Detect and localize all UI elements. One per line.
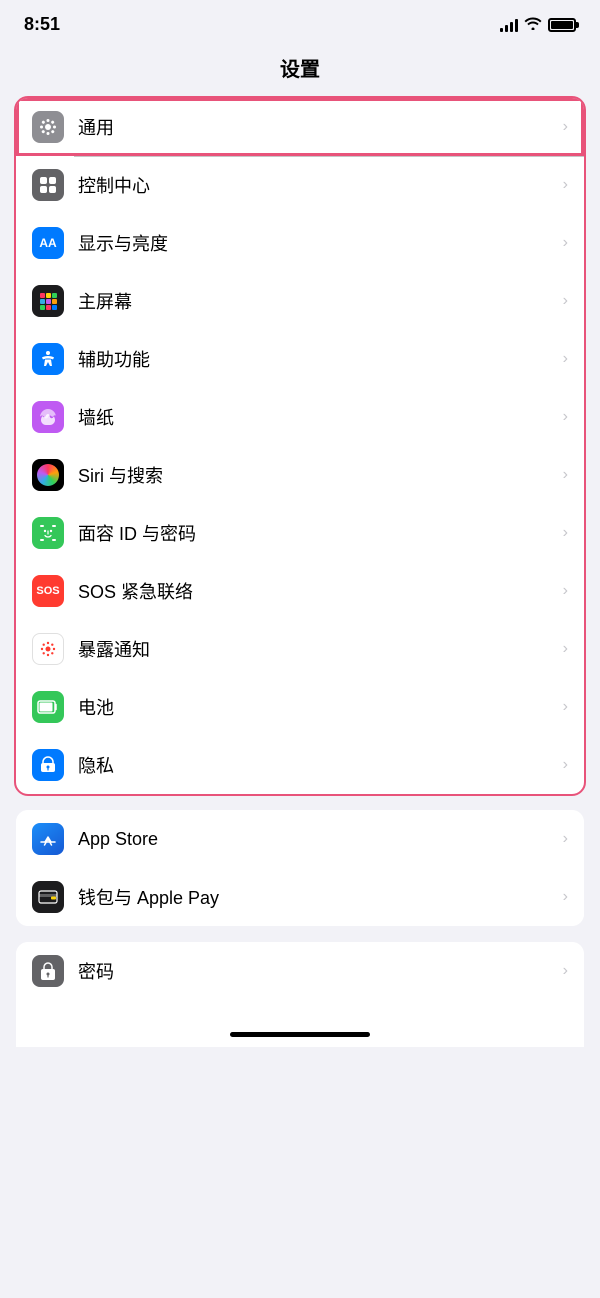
settings-item-passwords[interactable]: 密码 › — [16, 942, 584, 1000]
settings-item-accessibility[interactable]: 辅助功能 › — [16, 330, 584, 388]
battery-icon — [548, 18, 576, 32]
settings-group-password: 密码 › — [16, 942, 584, 1000]
settings-item-privacy[interactable]: 隐私 › — [16, 736, 584, 794]
home-screen-chevron: › — [563, 292, 568, 310]
home-indicator-area — [16, 1000, 584, 1047]
settings-item-battery[interactable]: 电池 › — [16, 678, 584, 736]
general-label: 通用 — [78, 114, 563, 140]
page-title: 设置 — [0, 43, 600, 98]
control-center-icon — [32, 169, 64, 201]
battery-settings-icon — [32, 691, 64, 723]
face-id-icon — [32, 517, 64, 549]
face-id-label: 面容 ID 与密码 — [78, 520, 563, 546]
settings-group-main: 通用 › 控制中心 › AA 显示与亮度 › — [16, 98, 584, 794]
exposure-icon — [32, 633, 64, 665]
privacy-icon — [32, 749, 64, 781]
home-screen-label: 主屏幕 — [78, 288, 563, 314]
siri-label: Siri 与搜索 — [78, 462, 563, 488]
settings-item-siri[interactable]: Siri 与搜索 › — [16, 446, 584, 504]
privacy-label: 隐私 — [78, 752, 563, 778]
control-center-label: 控制中心 — [78, 172, 563, 198]
settings-item-sos[interactable]: SOS SOS 紧急联络 › — [16, 562, 584, 620]
settings-item-appstore[interactable]: App Store › — [16, 810, 584, 868]
settings-item-general[interactable]: 通用 › — [16, 98, 584, 156]
display-icon: AA — [32, 227, 64, 259]
accessibility-icon — [32, 343, 64, 375]
wallpaper-icon — [32, 401, 64, 433]
face-id-chevron: › — [563, 524, 568, 542]
sos-icon: SOS — [32, 575, 64, 607]
passwords-icon — [32, 955, 64, 987]
wifi-icon — [524, 16, 542, 33]
wallet-label: 钱包与 Apple Pay — [78, 884, 563, 910]
privacy-chevron: › — [563, 756, 568, 774]
battery-label: 电池 — [78, 694, 563, 720]
wallpaper-chevron: › — [563, 408, 568, 426]
appstore-label: App Store — [78, 829, 563, 850]
settings-item-display[interactable]: AA 显示与亮度 › — [16, 214, 584, 272]
passwords-chevron: › — [563, 962, 568, 980]
siri-chevron: › — [563, 466, 568, 484]
accessibility-chevron: › — [563, 350, 568, 368]
general-icon — [32, 111, 64, 143]
settings-item-wallet[interactable]: 钱包与 Apple Pay › — [16, 868, 584, 926]
appstore-chevron: › — [563, 830, 568, 848]
appstore-icon — [32, 823, 64, 855]
settings-item-face-id[interactable]: 面容 ID 与密码 › — [16, 504, 584, 562]
accessibility-label: 辅助功能 — [78, 346, 563, 372]
status-time: 8:51 — [24, 14, 60, 35]
settings-item-home-screen[interactable]: 主屏幕 › — [16, 272, 584, 330]
status-bar: 8:51 — [0, 0, 600, 43]
siri-icon — [32, 459, 64, 491]
exposure-label: 暴露通知 — [78, 636, 563, 662]
passwords-label: 密码 — [78, 958, 563, 984]
control-center-chevron: › — [563, 176, 568, 194]
sos-label: SOS 紧急联络 — [78, 578, 563, 604]
wallet-icon — [32, 881, 64, 913]
home-indicator — [230, 1032, 370, 1037]
display-chevron: › — [563, 234, 568, 252]
exposure-chevron: › — [563, 640, 568, 658]
signal-icon — [500, 18, 518, 32]
general-chevron: › — [563, 118, 568, 136]
wallpaper-label: 墙纸 — [78, 404, 563, 430]
status-icons — [500, 16, 576, 33]
battery-chevron: › — [563, 698, 568, 716]
settings-item-control-center[interactable]: 控制中心 › — [16, 156, 584, 214]
wallet-chevron: › — [563, 888, 568, 906]
settings-group-store: App Store › 钱包与 Apple Pay › — [16, 810, 584, 926]
sos-chevron: › — [563, 582, 568, 600]
display-label: 显示与亮度 — [78, 230, 563, 256]
settings-item-exposure[interactable]: 暴露通知 › — [16, 620, 584, 678]
settings-item-wallpaper[interactable]: 墙纸 › — [16, 388, 584, 446]
home-screen-icon — [32, 285, 64, 317]
